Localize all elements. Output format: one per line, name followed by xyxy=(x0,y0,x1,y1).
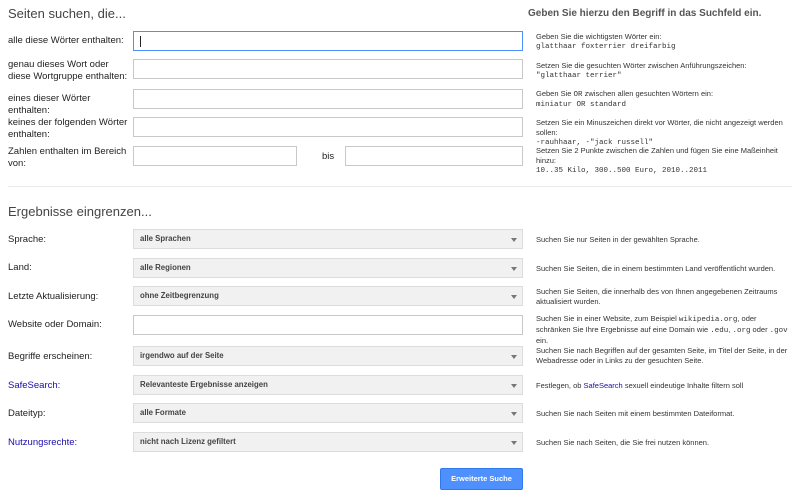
label-all-words: alle diese Wörter enthalten: xyxy=(8,35,124,46)
label-site-domain: Website oder Domain: xyxy=(8,319,102,330)
section-instruction: Geben Sie hierzu den Begriff in das Such… xyxy=(528,8,762,19)
hint-site-m3: .org xyxy=(732,327,751,335)
hint-number-range-text: Setzen Sie 2 Punkte zwischen die Zahlen … xyxy=(536,146,778,165)
advanced-search-button[interactable]: Erweiterte Suche xyxy=(440,468,523,490)
number-range-from-input[interactable] xyxy=(133,146,297,166)
hint-safesearch-link[interactable]: SafeSearch xyxy=(584,381,623,390)
chevron-down-icon xyxy=(511,412,517,416)
section-title-find-pages: Seiten suchen, die... xyxy=(8,6,126,21)
hint-any-words: Geben Sie OR zwischen allen gesuchten Wö… xyxy=(536,89,786,110)
last-update-select[interactable]: ohne Zeitbegrenzung xyxy=(133,286,523,306)
language-select[interactable]: alle Sprachen xyxy=(133,229,523,249)
hint-site-d: oder xyxy=(750,325,770,334)
hint-site-m4: .gov xyxy=(769,327,788,335)
hint-number-range: Setzen Sie 2 Punkte zwischen die Zahlen … xyxy=(536,146,791,176)
region-select-value: alle Regionen xyxy=(140,263,191,272)
hint-site-domain: Suchen Sie in einer Website, zum Beispie… xyxy=(536,314,791,346)
label-language: Sprache: xyxy=(8,234,47,245)
usage-rights-select[interactable]: nicht nach Lizenz gefiltert xyxy=(133,432,523,452)
safesearch-link[interactable]: SafeSearch: xyxy=(8,380,60,392)
hint-site-m2: .edu xyxy=(710,327,729,335)
hint-all-words-text: Geben Sie die wichtigsten Wörter ein: xyxy=(536,32,662,41)
safesearch-select-value: Relevanteste Ergebnisse anzeigen xyxy=(140,380,268,389)
hint-site-a: Suchen Sie in einer Website, zum Beispie… xyxy=(536,314,679,323)
region-select[interactable]: alle Regionen xyxy=(133,258,523,278)
exact-phrase-input[interactable] xyxy=(133,59,523,79)
hint-none-words: Setzen Sie ein Minuszeichen direkt vor W… xyxy=(536,118,791,148)
hint-usage-rights: Suchen Sie nach Seiten, die Sie frei nut… xyxy=(536,438,710,447)
site-domain-input[interactable] xyxy=(133,315,523,335)
chevron-down-icon xyxy=(511,238,517,242)
hint-any-words-or: OR xyxy=(573,91,583,99)
terms-appear-select-value: irgendwo auf der Seite xyxy=(140,351,224,360)
usage-rights-link[interactable]: Nutzungsrechte: xyxy=(8,437,77,449)
none-words-input[interactable] xyxy=(133,117,523,137)
hint-site-e: ein. xyxy=(536,336,549,345)
label-region: Land: xyxy=(8,262,32,273)
hint-number-range-example: 10..35 Kilo, 300..500 Euro, 2010..2011 xyxy=(536,167,708,175)
chevron-down-icon xyxy=(511,355,517,359)
label-last-update: Letzte Aktualisierung: xyxy=(8,291,99,302)
chevron-down-icon xyxy=(511,267,517,271)
label-none-words: keines der folgenden Wörter enthalten: xyxy=(8,117,128,140)
section-divider xyxy=(8,186,792,187)
hint-site-m1: wikipedia.org xyxy=(678,316,738,324)
usage-rights-select-value: nicht nach Lizenz gefiltert xyxy=(140,437,236,446)
file-type-select-value: alle Formate xyxy=(140,408,186,417)
hint-all-words: Geben Sie die wichtigsten Wörter ein: gl… xyxy=(536,32,786,52)
label-bis: bis xyxy=(322,151,335,162)
text-cursor xyxy=(140,36,141,47)
hint-any-words-b: zwischen allen gesuchten Wörtern ein: xyxy=(582,89,714,98)
hint-none-words-text: Setzen Sie ein Minuszeichen direkt vor W… xyxy=(536,118,783,137)
section-title-narrow-results: Ergebnisse eingrenzen... xyxy=(8,204,152,219)
label-exact-phrase: genau dieses Wort oder diese Wortgruppe … xyxy=(8,59,128,82)
hint-safesearch-b: sexuell eindeutige Inhalte filtern soll xyxy=(622,381,744,390)
hint-terms-appear: Suchen Sie nach Begriffen auf der gesamt… xyxy=(536,346,788,365)
label-number-range: Zahlen enthalten im Bereich von: xyxy=(8,146,127,169)
chevron-down-icon xyxy=(511,295,517,299)
hint-exact-phrase-example: "glatthaar terrier" xyxy=(536,72,622,80)
hint-safesearch: Festlegen, ob SafeSearch sexuell eindeut… xyxy=(536,381,743,391)
hint-last-update: Suchen Sie Seiten, die innerhalb des von… xyxy=(536,287,778,306)
hint-any-words-text: Geben Sie OR zwischen allen gesuchten Wö… xyxy=(536,89,786,100)
hint-exact-phrase-text: Setzen Sie die gesuchten Wörter zwischen… xyxy=(536,61,747,70)
hint-safesearch-a: Festlegen, ob xyxy=(536,381,584,390)
file-type-select[interactable]: alle Formate xyxy=(133,403,523,423)
number-range-to-input[interactable] xyxy=(345,146,523,166)
last-update-select-value: ohne Zeitbegrenzung xyxy=(140,291,219,300)
safesearch-select[interactable]: Relevanteste Ergebnisse anzeigen xyxy=(133,375,523,395)
hint-all-words-example: glatthaar foxterrier dreifarbig xyxy=(536,43,676,51)
label-file-type: Dateityp: xyxy=(8,408,46,419)
hint-file-type: Suchen Sie nach Seiten mit einem bestimm… xyxy=(536,409,735,418)
chevron-down-icon xyxy=(511,384,517,388)
hint-region: Suchen Sie Seiten, die in einem bestimmt… xyxy=(536,264,776,273)
language-select-value: alle Sprachen xyxy=(140,234,191,243)
label-terms-appear: Begriffe erscheinen: xyxy=(8,351,93,362)
hint-any-words-example: miniatur OR standard xyxy=(536,101,627,109)
all-words-input[interactable] xyxy=(133,31,523,51)
terms-appear-select[interactable]: irgendwo auf der Seite xyxy=(133,346,523,366)
label-any-words: eines dieser Wörter enthalten: xyxy=(8,93,91,116)
any-words-input[interactable] xyxy=(133,89,523,109)
hint-any-words-a: Geben Sie xyxy=(536,89,574,98)
hint-exact-phrase: Setzen Sie die gesuchten Wörter zwischen… xyxy=(536,61,786,81)
chevron-down-icon xyxy=(511,441,517,445)
hint-language: Suchen Sie nur Seiten in der gewählten S… xyxy=(536,235,700,244)
